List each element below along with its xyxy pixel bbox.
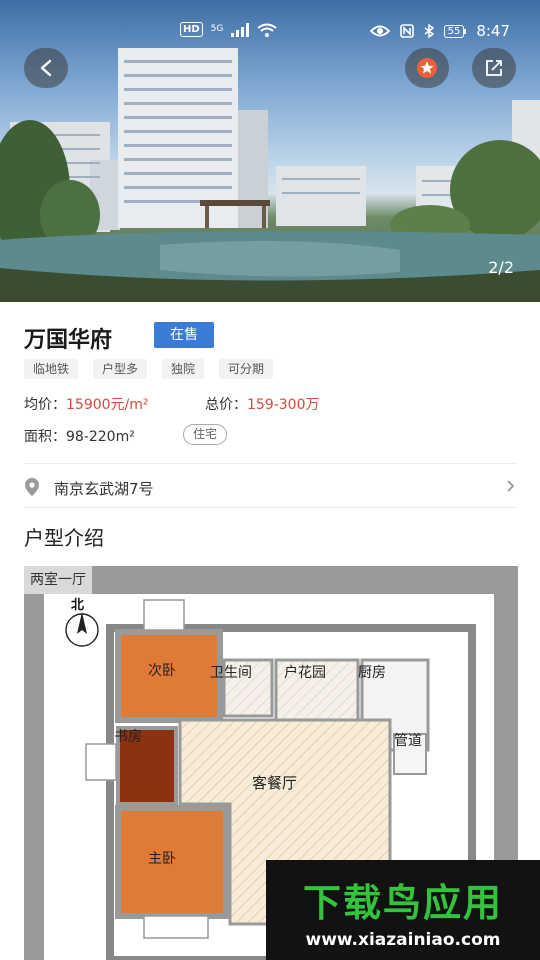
room-label-garden: 户花园	[284, 665, 326, 681]
avg-price-row: 均价：15900元/m²	[24, 394, 149, 414]
watermark-brand: 下载鸟应用	[302, 881, 503, 925]
tag: 独院	[162, 359, 205, 379]
tag: 临地铁	[24, 359, 79, 379]
status-badge: 在售	[154, 322, 214, 348]
room-label-master-bedroom: 主卧	[148, 851, 176, 867]
back-button[interactable]	[24, 48, 68, 88]
chevron-right-icon	[507, 480, 515, 492]
battery-level: 55	[443, 24, 465, 38]
wifi-icon	[257, 23, 277, 37]
address-row[interactable]: 南京玄武湖7号	[0, 466, 540, 506]
avg-price-value: 15900元/m²	[66, 397, 149, 413]
battery-icon: 55	[443, 24, 467, 38]
status-bar: HD 5G 55 8:47	[0, 18, 540, 46]
share-icon	[486, 60, 502, 76]
network-badge: HD	[180, 22, 203, 37]
section-title: 户型介绍	[24, 526, 104, 550]
tag: 户型多	[93, 359, 148, 379]
bluetooth-icon	[424, 24, 434, 38]
favorite-button[interactable]	[405, 48, 449, 88]
network-type: 5G	[210, 24, 224, 34]
area-label: 面积：	[24, 429, 66, 445]
share-button[interactable]	[472, 48, 516, 88]
avg-price-label: 均价：	[24, 397, 66, 413]
star-icon	[417, 58, 437, 78]
watermark: 下载鸟应用 www.xiazainiao.com	[266, 860, 540, 960]
room-label-bathroom: 卫生间	[210, 665, 252, 681]
total-price-row: 总价：159-300万	[205, 394, 320, 414]
floor-plan-label: 两室一厅	[24, 566, 92, 594]
compass-icon	[65, 612, 99, 647]
north-label: 北	[71, 598, 85, 613]
room-label-pipe: 管道	[394, 733, 422, 749]
room-label-living-dining: 客餐厅	[252, 774, 298, 792]
eye-icon	[369, 25, 390, 37]
area-value: 98-220m²	[66, 429, 135, 445]
property-title: 万国华府	[24, 328, 113, 353]
total-price-label: 总价：	[205, 397, 247, 413]
clock: 8:47	[476, 22, 510, 40]
address-text: 南京玄武湖7号	[54, 480, 154, 498]
total-price-value: 159-300万	[247, 397, 320, 413]
location-pin-icon	[25, 478, 39, 496]
signal-icon	[231, 22, 250, 37]
tag-list: 临地铁 户型多 独院 可分期	[24, 359, 274, 379]
image-counter: 2/2	[488, 258, 514, 277]
room-label-study: 书房	[114, 729, 142, 745]
watermark-url: www.xiazainiao.com	[305, 930, 501, 950]
area-row: 面积：98-220m²	[24, 426, 135, 446]
chevron-left-icon	[40, 59, 52, 77]
room-label-second-bedroom: 次卧	[148, 663, 176, 679]
tag: 可分期	[219, 359, 274, 379]
room-label-kitchen: 厨房	[358, 665, 386, 681]
nfc-icon	[399, 24, 414, 38]
property-type-pill: 住宅	[183, 424, 228, 445]
hero-image[interactable]: HD 5G 55 8:47 2/2	[0, 0, 540, 302]
divider	[24, 463, 518, 464]
divider	[24, 507, 518, 508]
